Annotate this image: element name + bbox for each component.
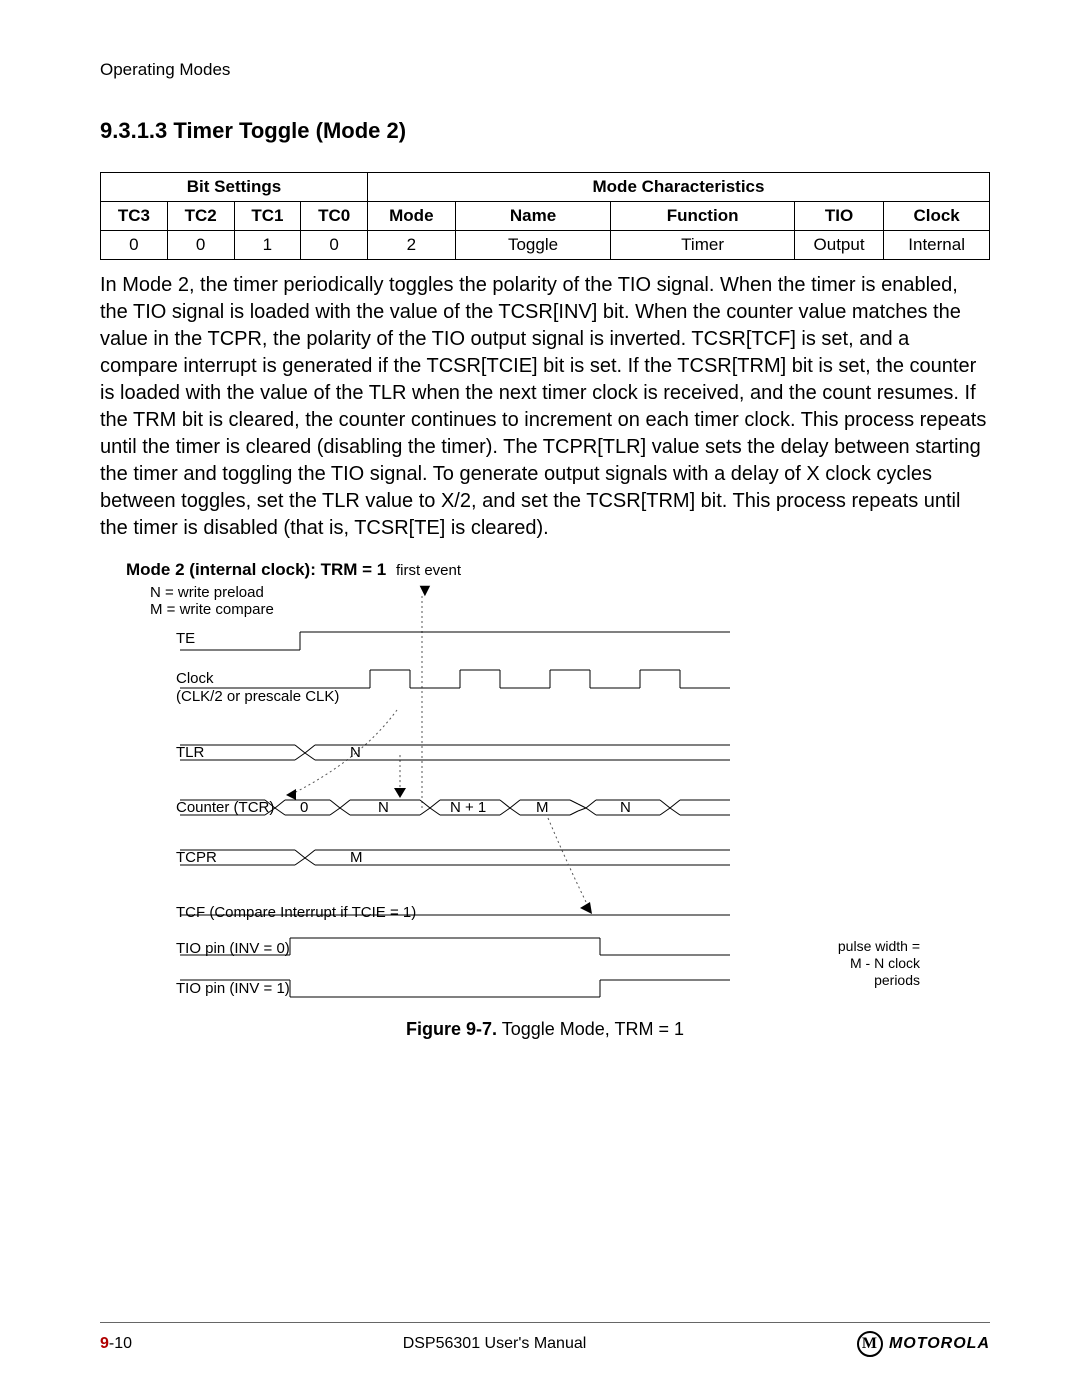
label-tcpr: TCPR — [176, 849, 217, 866]
footer: 9-10 DSP56301 User's Manual M MOTOROLA — [100, 1331, 990, 1357]
th-tc2: TC2 — [167, 202, 234, 231]
th-tio: TIO — [794, 202, 883, 231]
label-counter: Counter (TCR) — [176, 799, 274, 816]
brand-text: MOTOROLA — [889, 1335, 990, 1353]
td-mode: 2 — [368, 231, 456, 260]
running-header: Operating Modes — [100, 60, 990, 80]
td-clock: Internal — [884, 231, 990, 260]
table-row: 0 0 1 0 2 Toggle Timer Output Internal — [101, 231, 990, 260]
th-function: Function — [611, 202, 794, 231]
label-tcf: TCF (Compare Interrupt if TCIE = 1) — [176, 904, 416, 921]
footer-center: DSP56301 User's Manual — [403, 1335, 587, 1353]
figure-caption-bold: Figure 9-7. — [406, 1019, 497, 1039]
label-clock-sub: (CLK/2 or prescale CLK) — [176, 688, 339, 705]
bit-mode-table: Bit Settings Mode Characteristics TC3 TC… — [100, 172, 990, 260]
pulse-note-1: pulse width = — [838, 938, 920, 954]
figure-timing-diagram: Mode 2 (internal clock): TRM = 1 N = wri… — [100, 560, 990, 1070]
th-mode-chars: Mode Characteristics — [368, 173, 990, 202]
section-number: 9.3.1.3 — [100, 118, 167, 143]
footer-rule — [100, 1322, 990, 1323]
th-mode: Mode — [368, 202, 456, 231]
td-name: Toggle — [455, 231, 611, 260]
th-tc0: TC0 — [301, 202, 368, 231]
pulse-note-3: periods — [874, 972, 920, 988]
val-c4: N — [620, 799, 631, 816]
th-name: Name — [455, 202, 611, 231]
th-clock: Clock — [884, 202, 990, 231]
page-number: 9-10 — [100, 1335, 132, 1353]
label-tio0: TIO pin (INV = 0) — [176, 940, 290, 957]
section-title: 9.3.1.3 Timer Toggle (Mode 2) — [100, 118, 990, 144]
td-tc0: 0 — [301, 231, 368, 260]
label-tlr: TLR — [176, 744, 204, 761]
page: Operating Modes 9.3.1.3 Timer Toggle (Mo… — [0, 0, 1080, 1397]
figure-caption-text: Toggle Mode, TRM = 1 — [497, 1019, 684, 1039]
td-tc1: 1 — [234, 231, 301, 260]
val-c2: N + 1 — [450, 799, 486, 816]
td-function: Timer — [611, 231, 794, 260]
label-clock: Clock — [176, 670, 214, 687]
page-prefix: 9 — [100, 1335, 109, 1352]
val-c0: 0 — [300, 799, 308, 816]
th-bit-settings: Bit Settings — [101, 173, 368, 202]
td-tio: Output — [794, 231, 883, 260]
val-tlr: N — [350, 744, 361, 761]
pulse-note-2: M - N clock — [850, 955, 920, 971]
val-tcpr: M — [350, 849, 363, 866]
section-name: Timer Toggle (Mode 2) — [173, 118, 406, 143]
label-te: TE — [176, 630, 195, 647]
body-paragraph: In Mode 2, the timer periodically toggle… — [100, 272, 990, 542]
val-c1: N — [378, 799, 389, 816]
val-c3: M — [536, 799, 549, 816]
table-header-row: TC3 TC2 TC1 TC0 Mode Name Function TIO C… — [101, 202, 990, 231]
motorola-icon: M — [857, 1331, 883, 1357]
th-tc3: TC3 — [101, 202, 168, 231]
brand-logo: M MOTOROLA — [857, 1331, 990, 1357]
label-tio1: TIO pin (INV = 1) — [176, 980, 290, 997]
table-header-group: Bit Settings Mode Characteristics — [101, 173, 990, 202]
td-tc2: 0 — [167, 231, 234, 260]
page-suffix: -10 — [109, 1335, 132, 1352]
th-tc1: TC1 — [234, 202, 301, 231]
figure-caption: Figure 9-7. Toggle Mode, TRM = 1 — [100, 1019, 990, 1040]
td-tc3: 0 — [101, 231, 168, 260]
